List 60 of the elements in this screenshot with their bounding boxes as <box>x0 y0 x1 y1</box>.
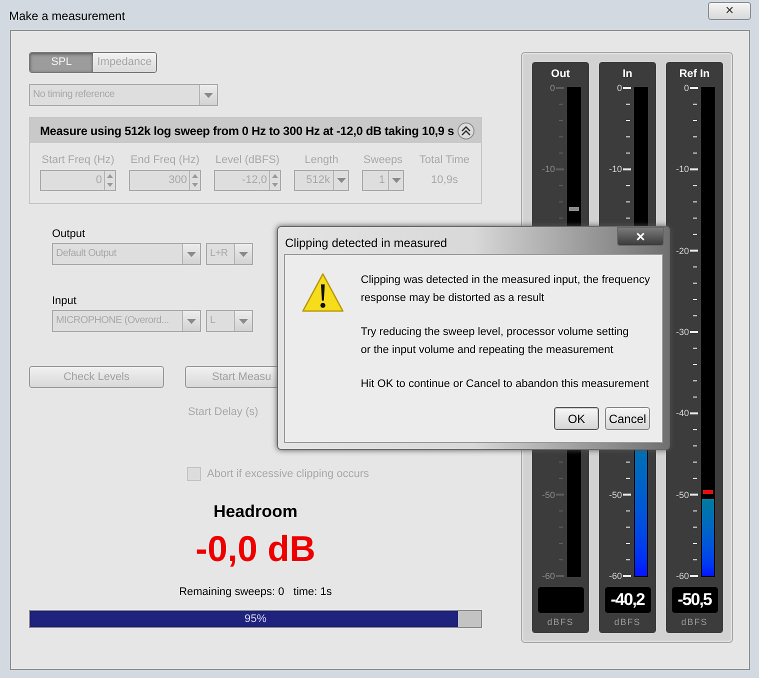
meter-readout: -50,5 <box>672 587 718 613</box>
scale-label: -50 <box>676 490 689 500</box>
close-button[interactable]: ✕ <box>708 2 751 20</box>
scale-label: 0 <box>550 83 555 93</box>
field-label: Sweeps <box>363 154 403 167</box>
field-label: Length <box>304 154 338 167</box>
field-label: Output <box>52 227 86 241</box>
dialog-title: Clipping detected in measured <box>285 235 448 252</box>
headroom-value: -0,0 dB <box>195 530 316 568</box>
meter-readout: -40,2 <box>604 587 650 613</box>
scale-label: -10 <box>608 164 622 174</box>
caret-icon <box>392 178 400 183</box>
field-label: Start Freq (Hz) <box>42 154 114 167</box>
progress-label: 95% <box>243 612 268 626</box>
dialog-message: Hit OK to continue or Cancel to abandon this measurement <box>360 377 650 392</box>
window-title: Make a measurement <box>9 8 126 25</box>
scale-label: 0 <box>684 83 689 93</box>
scale-label: -10 <box>542 164 555 174</box>
caret-icon <box>204 92 213 98</box>
status-text: Remaining sweeps: 0 time: 1s <box>179 585 332 600</box>
scale-label: -50 <box>542 490 555 500</box>
caret-icon <box>336 178 346 183</box>
start-delay-label: Start Delay (s) <box>188 405 260 420</box>
total-time-value: 10,9s <box>430 173 459 188</box>
scale-label: -60 <box>608 571 622 581</box>
mode-tab[interactable]: SPL <box>30 53 93 72</box>
scale-label: -30 <box>676 327 689 337</box>
meter-unit: dBFS <box>681 616 708 629</box>
collapse-icon[interactable] <box>457 122 475 140</box>
caret-icon <box>187 318 196 324</box>
dialog-message: Clipping was detected in the measured input, the frequency response may be distorted as a result <box>360 273 650 306</box>
scale-label: -60 <box>542 571 555 581</box>
field-label: Input <box>52 294 76 308</box>
scale-label: -40 <box>676 408 689 418</box>
caret-icon <box>187 252 196 256</box>
checkbox-label: Abort if excessive clipping occurs <box>207 466 370 482</box>
scale-label: -20 <box>676 246 689 256</box>
meter-unit: dBFS <box>547 616 574 629</box>
dialog-message: Try reducing the sweep level, processor volume setting or the input volume and repeating the measurement <box>360 325 630 358</box>
warning-icon <box>301 271 345 315</box>
dialog-button[interactable]: Cancel <box>605 407 650 430</box>
field-label: Level (dBFS) <box>215 154 280 167</box>
scale-label: 0 <box>616 83 622 93</box>
headroom-title: Headroom <box>213 502 298 522</box>
meter-title: Out <box>551 67 570 82</box>
meter-unit: dBFS <box>614 616 641 629</box>
caret-icon <box>239 252 248 256</box>
meter-title: Ref In <box>679 67 710 82</box>
scale-label: -50 <box>608 490 622 500</box>
meter-title: In <box>622 67 632 82</box>
section-title: Measure using 512k log sweep from 0 Hz to 300 Hz at -12,0 dB taking 10,9 s <box>40 122 454 140</box>
field-label: Total Time <box>419 154 470 167</box>
caret-icon <box>239 318 248 324</box>
field-label: End Freq (Hz) <box>130 154 200 167</box>
meter-readout <box>538 587 584 613</box>
scale-label: -60 <box>676 571 689 581</box>
mode-tab[interactable]: Impedance <box>93 53 156 72</box>
close-button[interactable]: ✕ <box>617 227 664 246</box>
dialog-button[interactable]: OK <box>554 407 599 430</box>
scale-label: -10 <box>676 164 689 174</box>
